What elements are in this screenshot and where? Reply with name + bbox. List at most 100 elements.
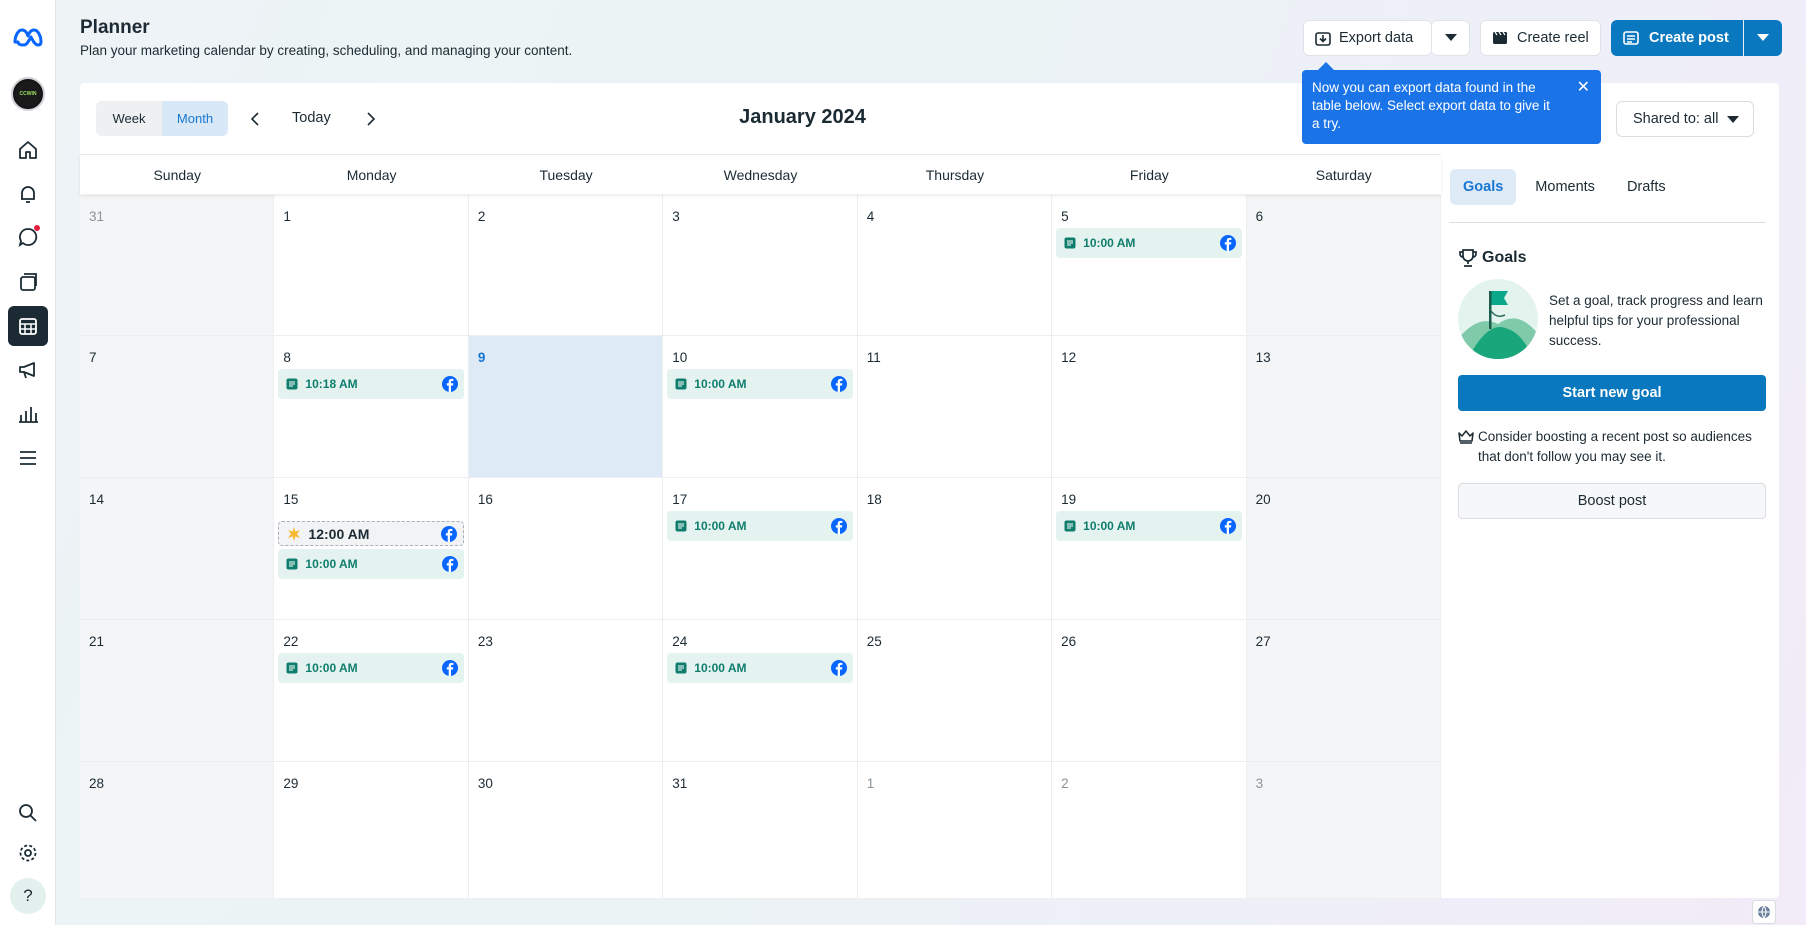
globe-icon[interactable] bbox=[1752, 900, 1776, 924]
insights-icon[interactable] bbox=[8, 394, 48, 434]
calendar-day-cell[interactable]: 28 bbox=[80, 762, 275, 899]
export-data-button[interactable]: Export data bbox=[1303, 20, 1432, 56]
settings-icon[interactable] bbox=[8, 833, 48, 873]
goals-heading: Goals bbox=[1458, 248, 1526, 268]
day-number: 13 bbox=[1255, 350, 1271, 365]
prev-month-button[interactable] bbox=[245, 107, 265, 131]
calendar-day-cell[interactable]: 14 bbox=[80, 478, 275, 620]
shared-to-dropdown[interactable]: Shared to: all bbox=[1616, 101, 1754, 137]
scheduled-post-event[interactable]: 10:00 AM bbox=[667, 369, 853, 399]
tooltip-text: Now you can export data found in the tab… bbox=[1312, 80, 1550, 131]
calendar-day-cell[interactable]: 24 10:00 AM bbox=[663, 620, 858, 762]
ads-icon[interactable] bbox=[8, 350, 48, 390]
calendar-day-cell[interactable]: 1 bbox=[857, 762, 1053, 899]
calendar-day-cell[interactable]: 12 bbox=[1052, 336, 1247, 478]
calendar-day-cell[interactable]: 20 bbox=[1246, 478, 1441, 620]
notifications-icon[interactable] bbox=[8, 174, 48, 214]
calendar-day-cell[interactable]: 11 bbox=[857, 336, 1053, 478]
calendar-day-cell[interactable]: 30 bbox=[468, 762, 664, 899]
scheduled-post-event[interactable]: 10:00 AM bbox=[278, 549, 464, 579]
day-number: 31 bbox=[672, 776, 688, 791]
left-nav-rail: CCWIN ? bbox=[0, 0, 56, 925]
week-view-button[interactable]: Week bbox=[96, 101, 162, 136]
next-month-button[interactable] bbox=[361, 107, 381, 131]
scheduled-post-event[interactable]: 10:00 AM bbox=[1056, 228, 1242, 258]
month-title: January 2024 bbox=[739, 106, 866, 128]
chevron-right-icon bbox=[367, 112, 376, 126]
calendar-day-cell[interactable]: 25 bbox=[857, 620, 1053, 762]
create-post-button[interactable]: Create post bbox=[1611, 20, 1743, 56]
calendar-day-cell[interactable]: 13 bbox=[1246, 336, 1441, 478]
calendar-day-cell[interactable]: 6 bbox=[1246, 195, 1441, 336]
menu-icon[interactable] bbox=[8, 438, 48, 478]
event-time: 10:00 AM bbox=[305, 661, 358, 675]
calendar-day-cell[interactable]: 27 bbox=[1246, 620, 1441, 762]
scheduled-post-event[interactable]: 10:00 AM bbox=[667, 511, 853, 541]
close-icon[interactable]: ✕ bbox=[1577, 79, 1590, 97]
calendar-day-cell[interactable]: 3 bbox=[1246, 762, 1441, 899]
inbox-icon[interactable] bbox=[8, 217, 48, 257]
calendar-day-cell[interactable]: 7 bbox=[80, 336, 275, 478]
planner-icon[interactable] bbox=[8, 306, 48, 346]
calendar-day-cell[interactable]: 29 bbox=[274, 762, 469, 899]
month-grid: 31 1 2 3 4 5 10:00 AM 6 7 8 10:18 AM 9 10 10:00 AM 11 1… bbox=[80, 195, 1441, 899]
calendar-day-cell[interactable]: 4 bbox=[857, 195, 1053, 336]
start-new-goal-button[interactable]: Start new goal bbox=[1458, 375, 1766, 411]
export-data-label: Export data bbox=[1339, 30, 1414, 46]
day-number: 24 bbox=[672, 634, 688, 649]
month-view-button[interactable]: Month bbox=[162, 101, 228, 136]
day-number: 20 bbox=[1255, 492, 1271, 507]
calendar-day-cell[interactable]: 18 bbox=[857, 478, 1053, 620]
create-reel-button[interactable]: Create reel bbox=[1480, 20, 1601, 56]
calendar-day-cell[interactable]: 2 bbox=[468, 195, 664, 336]
meta-logo-icon[interactable] bbox=[8, 17, 48, 57]
search-icon[interactable] bbox=[8, 793, 48, 833]
export-dropdown-button[interactable] bbox=[1432, 20, 1470, 56]
calendar-day-cell[interactable]: 16 bbox=[468, 478, 664, 620]
day-number: 10 bbox=[672, 350, 688, 365]
event-time: 10:00 AM bbox=[1083, 236, 1136, 250]
day-number: 2 bbox=[1061, 776, 1069, 791]
caret-down-icon bbox=[1444, 34, 1457, 41]
home-icon[interactable] bbox=[8, 130, 48, 170]
calendar-day-cell[interactable]: 23 bbox=[468, 620, 664, 762]
content-icon[interactable] bbox=[8, 262, 48, 302]
calendar-day-cell[interactable]: 17 10:00 AM bbox=[663, 478, 858, 620]
scheduled-post-event[interactable]: 10:00 AM bbox=[278, 653, 464, 683]
calendar-day-cell[interactable]: 31 bbox=[663, 762, 858, 899]
day-number: 9 bbox=[477, 350, 486, 365]
post-icon bbox=[286, 662, 298, 674]
calendar-day-cell[interactable]: 2 bbox=[1052, 762, 1247, 899]
calendar-day-cell[interactable]: 22 10:00 AM bbox=[274, 620, 469, 762]
scheduled-post-event[interactable]: 10:18 AM bbox=[278, 369, 464, 399]
facebook-icon bbox=[440, 526, 457, 547]
calendar-day-cell[interactable]: 31 bbox=[80, 195, 275, 336]
calendar-day-cell[interactable]: 10 10:00 AM bbox=[663, 336, 858, 478]
post-icon bbox=[1623, 31, 1639, 45]
help-icon[interactable]: ? bbox=[8, 876, 48, 916]
calendar-day-cell[interactable]: 5 10:00 AM bbox=[1052, 195, 1247, 336]
tab-goals[interactable]: Goals bbox=[1450, 169, 1517, 205]
day-of-week-wednesday: Wednesday bbox=[723, 166, 798, 183]
calendar-day-cell[interactable]: 3 bbox=[663, 195, 858, 336]
draft-event[interactable]: 12:00 AM bbox=[278, 521, 464, 547]
create-post-dropdown[interactable] bbox=[1744, 20, 1782, 56]
calendar-day-cell[interactable]: 1 bbox=[274, 195, 469, 336]
calendar-day-cell[interactable]: 26 bbox=[1052, 620, 1247, 762]
page-title: Planner bbox=[80, 17, 150, 38]
today-button[interactable]: Today bbox=[292, 110, 331, 126]
event-time: 10:00 AM bbox=[305, 557, 358, 571]
calendar-day-cell[interactable]: 21 bbox=[80, 620, 275, 762]
calendar-day-cell[interactable]: 8 10:18 AM bbox=[274, 336, 469, 478]
calendar-day-cell[interactable]: 9 bbox=[468, 336, 664, 478]
tab-drafts[interactable]: Drafts bbox=[1614, 169, 1679, 205]
scheduled-post-event[interactable]: 10:00 AM bbox=[667, 653, 853, 683]
page-avatar[interactable]: CCWIN bbox=[11, 77, 45, 111]
goals-description: Set a goal, track progress and learn hel… bbox=[1549, 293, 1763, 348]
calendar-day-cell[interactable]: 15 12:00 AM 10:00 AM bbox=[274, 478, 469, 620]
boost-post-button[interactable]: Boost post bbox=[1458, 483, 1766, 519]
tab-moments[interactable]: Moments bbox=[1522, 169, 1608, 205]
facebook-icon bbox=[830, 376, 847, 397]
scheduled-post-event[interactable]: 10:00 AM bbox=[1056, 511, 1242, 541]
calendar-day-cell[interactable]: 19 10:00 AM bbox=[1052, 478, 1247, 620]
